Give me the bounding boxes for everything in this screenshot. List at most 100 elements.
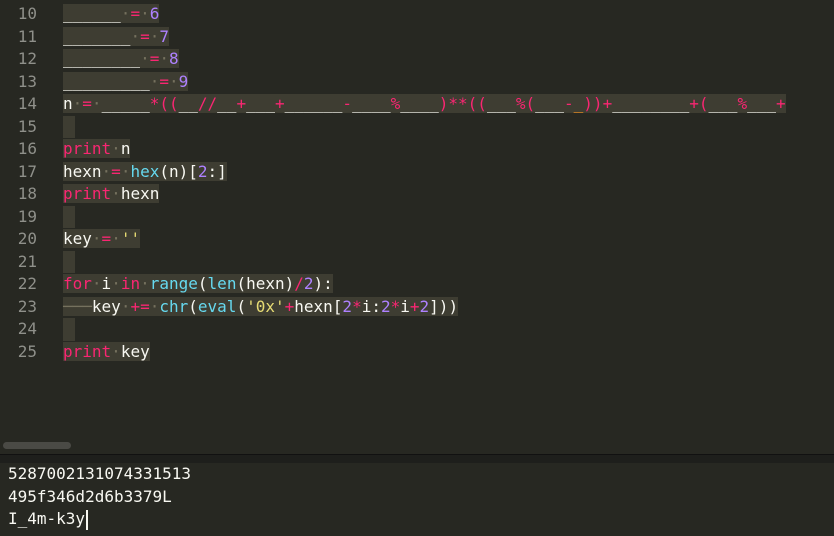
code-punctuation: ): bbox=[313, 274, 333, 293]
code-operator: + bbox=[284, 296, 295, 316]
code-operator: += bbox=[130, 296, 150, 316]
code-operator: = bbox=[140, 26, 150, 46]
text-cursor bbox=[86, 509, 89, 530]
line-number: 13 bbox=[17, 71, 37, 91]
code-line[interactable]: n·=·_____*((__//__+___+______-____%____)… bbox=[63, 93, 834, 116]
line-number: 19 bbox=[17, 206, 37, 226]
code-number: 2 bbox=[380, 296, 391, 316]
horizontal-scrollbar[interactable] bbox=[0, 440, 834, 452]
code-identifier: __ bbox=[178, 94, 198, 113]
code-function: eval bbox=[197, 296, 237, 316]
code-number: 2 bbox=[197, 161, 208, 181]
code-area[interactable]: ______·=·6 _______·=·7 ________·=·8 ____… bbox=[63, 3, 834, 363]
code-line[interactable]: for·i·in·range(len(hexn)/2): bbox=[63, 273, 834, 296]
console-output-text: I_4m-k3y bbox=[8, 509, 86, 528]
code-operator: +( bbox=[689, 94, 709, 113]
code-punctuation: ])) bbox=[429, 296, 459, 316]
code-number: 2 bbox=[342, 296, 353, 316]
code-identifier: ______ bbox=[63, 4, 121, 23]
line-number: 15 bbox=[17, 116, 37, 136]
code-identifier: _________ bbox=[63, 71, 150, 91]
code-number: 8 bbox=[168, 49, 179, 68]
code-punctuation: :] bbox=[207, 161, 227, 181]
code-line[interactable]: ───key·+=·chr(eval('0x'+hexn[2*i:2*i+2])… bbox=[63, 296, 834, 319]
tab-indent-marker: ─── bbox=[63, 296, 92, 316]
code-operator: // bbox=[197, 94, 218, 113]
output-console[interactable]: 5287002131074331513 495f346d2d6b3379L I_… bbox=[0, 463, 834, 536]
code-line[interactable]: ________·=·8 bbox=[63, 48, 834, 71]
code-line[interactable]: ______·=·6 bbox=[63, 3, 834, 26]
code-line[interactable]: print·hexn bbox=[63, 183, 834, 206]
code-punctuation: ( bbox=[188, 296, 198, 316]
code-operator: = bbox=[130, 4, 141, 23]
line-number: 22 bbox=[17, 274, 37, 293]
code-operator: *(( bbox=[149, 94, 179, 113]
line-number: 23 bbox=[17, 296, 37, 316]
line-number: 12 bbox=[17, 49, 37, 68]
code-identifier: key bbox=[63, 229, 92, 248]
code-line[interactable] bbox=[63, 115, 834, 138]
code-identifier: ________ bbox=[612, 94, 690, 113]
code-identifier: ___ bbox=[246, 94, 275, 113]
code-keyword: print bbox=[63, 139, 112, 158]
scrollbar-thumb[interactable] bbox=[3, 442, 71, 449]
code-operator: % bbox=[390, 94, 401, 113]
code-operator: = bbox=[159, 71, 169, 91]
code-keyword: for bbox=[63, 274, 92, 293]
code-punctuation: ( bbox=[197, 274, 208, 293]
code-line[interactable]: _________·=·9 bbox=[63, 71, 834, 94]
code-editor[interactable]: 10 11 12 13 14 15 16 17 18 19 20 21 22 2… bbox=[0, 0, 834, 440]
code-line[interactable]: print·n bbox=[63, 138, 834, 161]
code-identifier: key bbox=[91, 296, 121, 316]
code-identifier: ______ bbox=[284, 94, 343, 113]
code-keyword: print bbox=[63, 184, 112, 203]
code-operator: * bbox=[390, 296, 401, 316]
line-number: 11 bbox=[17, 26, 37, 46]
code-operator: + bbox=[409, 296, 420, 316]
code-identifier: ____ bbox=[400, 94, 439, 113]
line-number: 24 bbox=[17, 319, 37, 338]
code-identifier: ___ bbox=[486, 94, 516, 113]
code-number: 9 bbox=[178, 71, 189, 91]
code-operator: = bbox=[111, 161, 121, 181]
code-identifier: _____ bbox=[101, 94, 150, 113]
code-number: 6 bbox=[149, 4, 160, 23]
code-function: chr bbox=[159, 296, 189, 316]
code-operator: %( bbox=[515, 94, 536, 113]
code-operator: + bbox=[236, 94, 247, 113]
code-operator: * bbox=[352, 296, 362, 316]
code-operator: = bbox=[82, 94, 92, 113]
code-punctuation: (n)[ bbox=[159, 161, 198, 181]
code-line[interactable] bbox=[63, 318, 834, 341]
code-line[interactable]: hexn·=·hex(n)[2:] bbox=[63, 161, 834, 184]
code-line[interactable] bbox=[63, 205, 834, 228]
line-number: 16 bbox=[17, 139, 37, 158]
code-identifier: i bbox=[400, 296, 410, 316]
code-number: 7 bbox=[159, 26, 169, 46]
code-identifier: __ bbox=[217, 94, 237, 113]
code-line[interactable]: print·key bbox=[63, 341, 834, 364]
line-number: 18 bbox=[17, 184, 37, 203]
code-identifier: ___ bbox=[747, 94, 776, 113]
code-operator: - bbox=[342, 94, 353, 113]
code-operator: / bbox=[294, 274, 304, 293]
code-operator: + bbox=[602, 94, 613, 113]
line-number: 10 bbox=[17, 4, 37, 23]
line-number-gutter: 10 11 12 13 14 15 16 17 18 19 20 21 22 2… bbox=[0, 3, 40, 363]
code-string: '' bbox=[120, 229, 141, 248]
code-operator: )) bbox=[583, 94, 603, 113]
code-identifier: n bbox=[63, 94, 73, 113]
code-identifier: _______ bbox=[63, 26, 131, 46]
code-line[interactable] bbox=[63, 250, 834, 273]
code-line[interactable]: _______·=·7 bbox=[63, 26, 834, 49]
code-punctuation: ( bbox=[236, 296, 247, 316]
code-function: hex bbox=[130, 161, 160, 181]
code-line[interactable]: key·=·'' bbox=[63, 228, 834, 251]
line-number: 17 bbox=[17, 161, 37, 181]
code-identifier: i bbox=[101, 274, 112, 293]
line-number: 25 bbox=[17, 341, 37, 361]
code-identifier: ________ bbox=[63, 49, 141, 68]
code-punctuation: (hexn) bbox=[236, 274, 295, 293]
code-identifier: hexn[ bbox=[294, 296, 343, 316]
code-operator: - bbox=[564, 94, 574, 113]
